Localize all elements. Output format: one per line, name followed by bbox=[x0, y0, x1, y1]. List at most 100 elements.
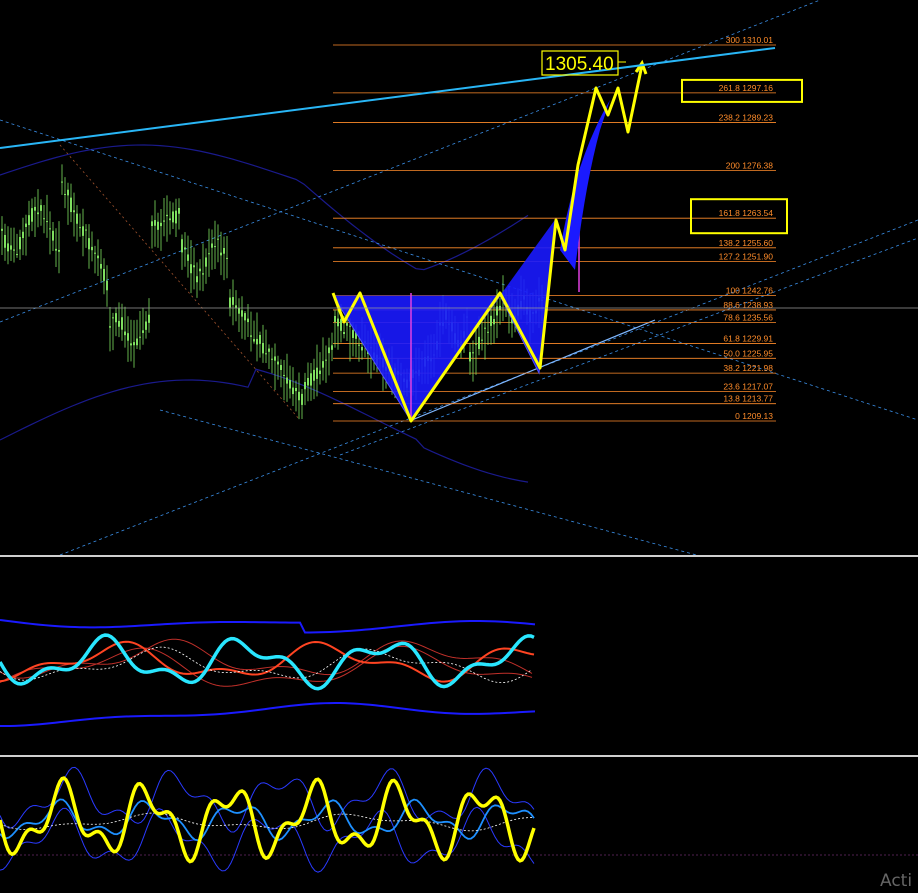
candle-body bbox=[304, 382, 306, 390]
candle-body bbox=[46, 221, 48, 223]
candle-body bbox=[4, 234, 6, 248]
candle-body bbox=[232, 297, 234, 305]
fib-label: 13.8 1213.77 bbox=[723, 394, 773, 404]
candle-body bbox=[283, 374, 285, 376]
candle-body bbox=[139, 336, 141, 338]
candle-body bbox=[148, 314, 150, 323]
candle-body bbox=[220, 252, 222, 256]
candle-body bbox=[100, 263, 102, 269]
fib-label: 200 1276.38 bbox=[726, 160, 774, 170]
candle-body bbox=[247, 318, 249, 323]
candle-body bbox=[349, 325, 351, 327]
candle-body bbox=[10, 245, 12, 250]
candle-body bbox=[136, 338, 138, 346]
candle-body bbox=[292, 387, 294, 395]
candle-body bbox=[196, 276, 198, 283]
candle-body bbox=[91, 246, 93, 251]
candle-body bbox=[58, 249, 60, 252]
candle-body bbox=[334, 315, 336, 322]
candle-body bbox=[55, 248, 57, 251]
fib-label: 50.0 1225.95 bbox=[723, 348, 773, 358]
diagonal-line bbox=[59, 144, 301, 421]
candle-body bbox=[322, 361, 324, 368]
candle-body bbox=[193, 265, 195, 268]
candle-body bbox=[52, 230, 54, 241]
candle-body bbox=[310, 373, 312, 386]
candle-body bbox=[229, 297, 231, 308]
candle-body bbox=[487, 331, 489, 333]
fib-label: 300 1310.01 bbox=[726, 35, 774, 45]
upper-band bbox=[0, 144, 529, 271]
fib-label: 88.6 1238.93 bbox=[723, 300, 773, 310]
oscillator-panel-2 bbox=[0, 766, 918, 873]
candle-body bbox=[175, 210, 177, 224]
candle-body bbox=[112, 317, 114, 319]
candle-body bbox=[28, 215, 30, 226]
candle-body bbox=[22, 231, 24, 239]
osc-lower bbox=[0, 702, 536, 728]
candle-body bbox=[280, 365, 282, 371]
channel-lines bbox=[0, 0, 918, 557]
candle-body bbox=[313, 369, 315, 381]
candle-body bbox=[472, 352, 474, 354]
candle-body bbox=[490, 315, 492, 326]
osc-cyan-line bbox=[0, 633, 535, 691]
candle-body bbox=[325, 359, 327, 361]
candle-body bbox=[163, 220, 165, 222]
candle-body bbox=[187, 254, 189, 261]
candle-body bbox=[13, 249, 15, 251]
candle-body bbox=[256, 338, 258, 345]
candle-body bbox=[352, 330, 354, 338]
candle-body bbox=[361, 346, 363, 351]
candle-body bbox=[73, 210, 75, 213]
candle-body bbox=[79, 227, 81, 229]
candle-body bbox=[295, 387, 297, 392]
channel-line bbox=[59, 219, 918, 556]
candle-body bbox=[64, 193, 66, 195]
price-label: 1305.40 bbox=[545, 54, 614, 75]
fib-label: 161.8 1263.54 bbox=[719, 208, 774, 218]
oscillator-panel-1 bbox=[0, 619, 536, 728]
fib-label: 78.6 1235.56 bbox=[723, 312, 773, 322]
candle-body bbox=[214, 246, 216, 248]
candle-body bbox=[238, 308, 240, 314]
candle-body bbox=[145, 321, 147, 330]
candle-body bbox=[202, 273, 204, 275]
candle-body bbox=[337, 318, 339, 327]
price-label-box: 1305.40 bbox=[541, 50, 626, 76]
candle-body bbox=[244, 313, 246, 321]
fib-label: 261.8 1297.16 bbox=[719, 83, 774, 93]
fib-label: 61.8 1229.91 bbox=[723, 334, 773, 344]
candle-body bbox=[475, 343, 477, 345]
candle-body bbox=[61, 181, 63, 183]
candle-body bbox=[160, 222, 162, 227]
candle-body bbox=[25, 223, 27, 227]
candle-body bbox=[328, 347, 330, 354]
candle-body bbox=[19, 236, 21, 250]
candle-body bbox=[319, 370, 321, 374]
candle-body bbox=[346, 323, 348, 326]
fib-label: 138.2 1255.60 bbox=[719, 238, 774, 248]
candle-body bbox=[157, 221, 159, 230]
osc-upper bbox=[0, 619, 536, 634]
candle-body bbox=[67, 189, 69, 196]
candle-body bbox=[208, 253, 210, 255]
candle-body bbox=[7, 243, 9, 252]
candle-body bbox=[49, 228, 51, 230]
candle-body bbox=[340, 318, 342, 331]
projection-band bbox=[560, 100, 610, 270]
candle-body bbox=[169, 218, 171, 221]
candle-body bbox=[124, 331, 126, 336]
candle-body bbox=[130, 343, 132, 346]
candle-body bbox=[178, 208, 180, 214]
candle-body bbox=[289, 380, 291, 389]
candle-body bbox=[127, 333, 129, 341]
candle-body bbox=[307, 377, 309, 386]
fib-label: 100 1242.76 bbox=[726, 286, 774, 296]
fib-label: 0 1209.13 bbox=[735, 411, 773, 421]
candle-body bbox=[478, 336, 480, 350]
candle-body bbox=[103, 268, 105, 281]
candle-body bbox=[37, 212, 39, 215]
candle-body bbox=[262, 342, 264, 354]
candle-body bbox=[316, 367, 318, 379]
